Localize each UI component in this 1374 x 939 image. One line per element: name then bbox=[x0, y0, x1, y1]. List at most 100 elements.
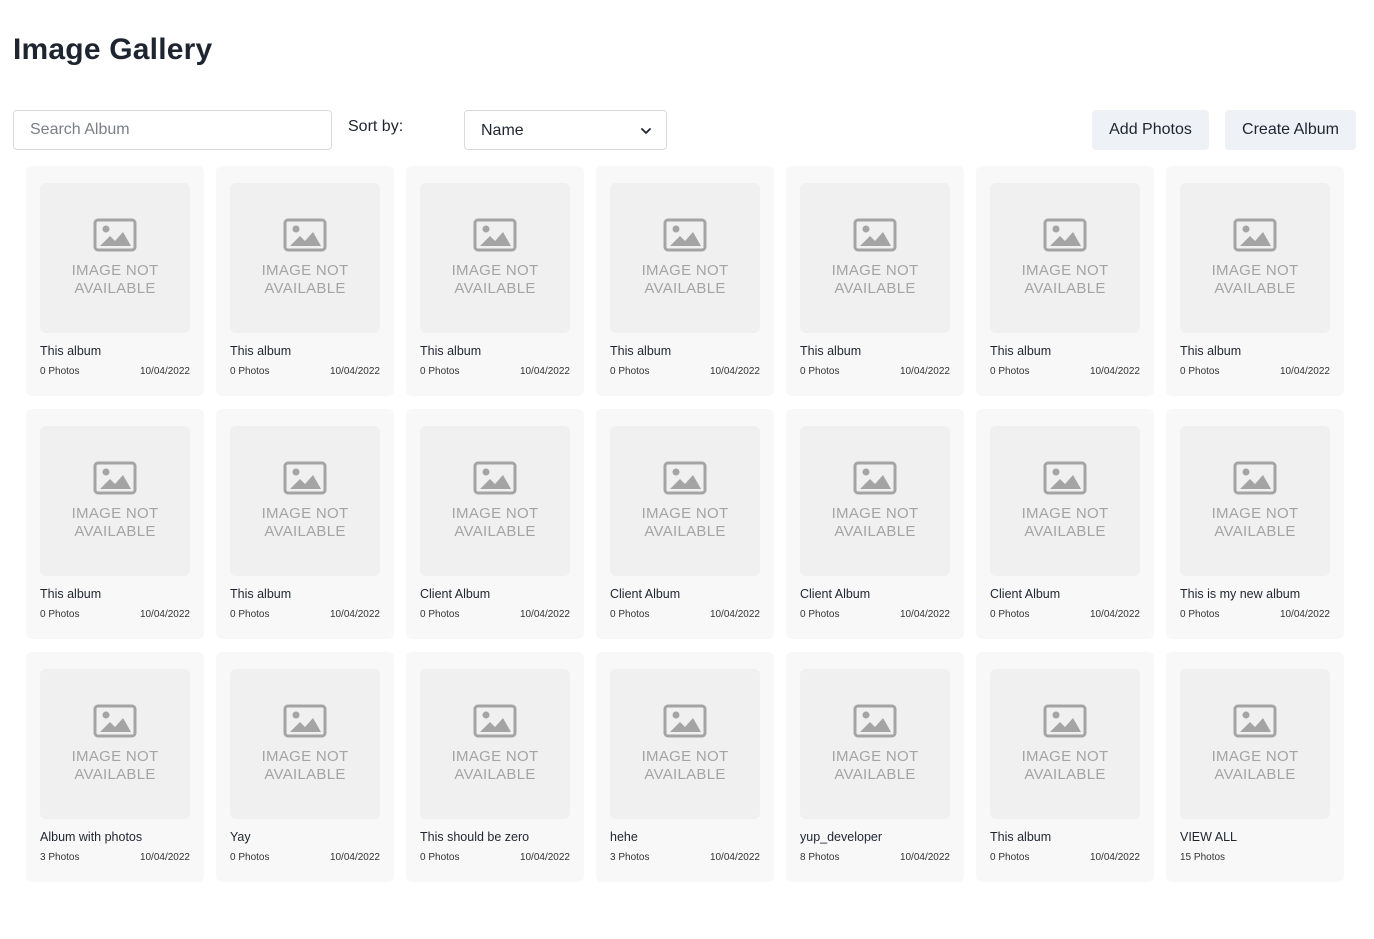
album-card[interactable]: IMAGE NOT AVAILABLE This album 0 Photos … bbox=[976, 652, 1154, 882]
album-thumbnail: IMAGE NOT AVAILABLE bbox=[420, 669, 570, 819]
album-card[interactable]: IMAGE NOT AVAILABLE This album 0 Photos … bbox=[216, 166, 394, 396]
placeholder-line-1: IMAGE NOT bbox=[641, 748, 729, 765]
album-card[interactable]: IMAGE NOT AVAILABLE This album 0 Photos … bbox=[976, 166, 1154, 396]
placeholder-line-1: IMAGE NOT bbox=[641, 505, 729, 522]
album-card[interactable]: IMAGE NOT AVAILABLE This album 0 Photos … bbox=[26, 166, 204, 396]
image-icon bbox=[663, 218, 707, 252]
image-not-available-text: IMAGE NOT AVAILABLE bbox=[990, 262, 1140, 298]
image-not-available-text: IMAGE NOT AVAILABLE bbox=[420, 505, 570, 541]
album-thumbnail: IMAGE NOT AVAILABLE bbox=[610, 669, 760, 819]
image-icon bbox=[93, 461, 137, 495]
album-title: Client Album bbox=[990, 587, 1061, 601]
album-photo-count: 0 Photos bbox=[230, 852, 270, 863]
image-icon bbox=[93, 218, 137, 252]
album-photo-count: 0 Photos bbox=[610, 366, 650, 377]
image-icon bbox=[1233, 704, 1277, 738]
placeholder-line-1: IMAGE NOT bbox=[261, 505, 349, 522]
album-photo-count: 3 Photos bbox=[40, 852, 80, 863]
album-thumbnail: IMAGE NOT AVAILABLE bbox=[990, 669, 1140, 819]
image-icon bbox=[283, 704, 327, 738]
image-not-available-text: IMAGE NOT AVAILABLE bbox=[800, 262, 950, 298]
album-title: This album bbox=[990, 830, 1052, 844]
album-card[interactable]: IMAGE NOT AVAILABLE This album 0 Photos … bbox=[1166, 166, 1344, 396]
placeholder-line-2: AVAILABLE bbox=[1214, 766, 1296, 783]
image-icon bbox=[1233, 218, 1277, 252]
album-card[interactable]: IMAGE NOT AVAILABLE This album 0 Photos … bbox=[406, 166, 584, 396]
album-thumbnail: IMAGE NOT AVAILABLE bbox=[610, 183, 760, 333]
album-thumbnail: IMAGE NOT AVAILABLE bbox=[230, 183, 380, 333]
placeholder-line-2: AVAILABLE bbox=[454, 523, 536, 540]
placeholder-line-2: AVAILABLE bbox=[264, 523, 346, 540]
album-card[interactable]: IMAGE NOT AVAILABLE Client Album 0 Photo… bbox=[786, 409, 964, 639]
album-card[interactable]: IMAGE NOT AVAILABLE Album with photos 3 … bbox=[26, 652, 204, 882]
image-not-available-text: IMAGE NOT AVAILABLE bbox=[990, 505, 1140, 541]
placeholder-line-1: IMAGE NOT bbox=[71, 262, 159, 279]
image-not-available-text: IMAGE NOT AVAILABLE bbox=[1180, 505, 1330, 541]
image-not-available-text: IMAGE NOT AVAILABLE bbox=[610, 505, 760, 541]
placeholder-line-1: IMAGE NOT bbox=[1211, 505, 1299, 522]
album-card[interactable]: IMAGE NOT AVAILABLE This is my new album… bbox=[1166, 409, 1344, 639]
image-not-available-text: IMAGE NOT AVAILABLE bbox=[610, 748, 760, 784]
album-thumbnail: IMAGE NOT AVAILABLE bbox=[40, 183, 190, 333]
album-grid: IMAGE NOT AVAILABLE This album 0 Photos … bbox=[26, 166, 1344, 882]
placeholder-line-2: AVAILABLE bbox=[1024, 766, 1106, 783]
image-icon bbox=[1233, 461, 1277, 495]
album-card[interactable]: IMAGE NOT AVAILABLE This album 0 Photos … bbox=[26, 409, 204, 639]
album-date: 10/04/2022 bbox=[1279, 366, 1330, 377]
placeholder-line-2: AVAILABLE bbox=[644, 523, 726, 540]
album-photo-count: 0 Photos bbox=[800, 366, 840, 377]
album-card[interactable]: IMAGE NOT AVAILABLE Client Album 0 Photo… bbox=[976, 409, 1154, 639]
album-photo-count: 3 Photos bbox=[610, 852, 650, 863]
add-photos-button[interactable]: Add Photos bbox=[1092, 110, 1209, 150]
album-card[interactable]: IMAGE NOT AVAILABLE This album 0 Photos … bbox=[216, 409, 394, 639]
album-thumbnail: IMAGE NOT AVAILABLE bbox=[990, 426, 1140, 576]
album-card[interactable]: IMAGE NOT AVAILABLE yup_developer 8 Phot… bbox=[786, 652, 964, 882]
create-album-button[interactable]: Create Album bbox=[1225, 110, 1356, 150]
image-icon bbox=[853, 218, 897, 252]
image-icon bbox=[283, 461, 327, 495]
album-date: 10/04/2022 bbox=[1089, 852, 1140, 863]
image-not-available-text: IMAGE NOT AVAILABLE bbox=[800, 505, 950, 541]
placeholder-line-2: AVAILABLE bbox=[264, 766, 346, 783]
album-card[interactable]: IMAGE NOT AVAILABLE hehe 3 Photos 10/04/… bbox=[596, 652, 774, 882]
sort-select-value: Name bbox=[481, 122, 524, 139]
view-all-card[interactable]: IMAGE NOT AVAILABLE VIEW ALL 15 Photos bbox=[1166, 652, 1344, 882]
placeholder-line-1: IMAGE NOT bbox=[1021, 505, 1109, 522]
sort-select[interactable]: Name bbox=[464, 110, 667, 150]
image-not-available-text: IMAGE NOT AVAILABLE bbox=[230, 748, 380, 784]
placeholder-line-1: IMAGE NOT bbox=[831, 748, 919, 765]
album-card[interactable]: IMAGE NOT AVAILABLE Client Album 0 Photo… bbox=[596, 409, 774, 639]
placeholder-line-2: AVAILABLE bbox=[264, 280, 346, 297]
search-input[interactable] bbox=[13, 110, 332, 150]
album-photo-count: 15 Photos bbox=[1180, 852, 1226, 863]
album-thumbnail: IMAGE NOT AVAILABLE bbox=[610, 426, 760, 576]
album-card[interactable]: IMAGE NOT AVAILABLE Yay 0 Photos 10/04/2… bbox=[216, 652, 394, 882]
chevron-down-icon bbox=[641, 128, 651, 134]
album-card[interactable]: IMAGE NOT AVAILABLE This album 0 Photos … bbox=[596, 166, 774, 396]
placeholder-line-1: IMAGE NOT bbox=[831, 505, 919, 522]
album-photo-count: 0 Photos bbox=[420, 852, 460, 863]
album-date: 10/04/2022 bbox=[709, 609, 760, 620]
album-date: 10/04/2022 bbox=[139, 852, 190, 863]
image-not-available-text: IMAGE NOT AVAILABLE bbox=[420, 748, 570, 784]
image-icon bbox=[1043, 461, 1087, 495]
sort-label: Sort by: bbox=[348, 118, 404, 135]
image-not-available-text: IMAGE NOT AVAILABLE bbox=[1180, 748, 1330, 784]
album-title: This album bbox=[1180, 344, 1242, 358]
placeholder-line-2: AVAILABLE bbox=[74, 523, 156, 540]
album-thumbnail: IMAGE NOT AVAILABLE bbox=[1180, 426, 1330, 576]
album-card[interactable]: IMAGE NOT AVAILABLE Client Album 0 Photo… bbox=[406, 409, 584, 639]
image-icon bbox=[283, 218, 327, 252]
album-thumbnail: IMAGE NOT AVAILABLE bbox=[1180, 183, 1330, 333]
album-card[interactable]: IMAGE NOT AVAILABLE This album 0 Photos … bbox=[786, 166, 964, 396]
album-thumbnail: IMAGE NOT AVAILABLE bbox=[40, 669, 190, 819]
image-not-available-text: IMAGE NOT AVAILABLE bbox=[1180, 262, 1330, 298]
placeholder-line-1: IMAGE NOT bbox=[71, 748, 159, 765]
album-card[interactable]: IMAGE NOT AVAILABLE This should be zero … bbox=[406, 652, 584, 882]
album-photo-count: 0 Photos bbox=[230, 609, 270, 620]
album-thumbnail: IMAGE NOT AVAILABLE bbox=[800, 669, 950, 819]
image-icon bbox=[853, 461, 897, 495]
album-title: Client Album bbox=[420, 587, 491, 601]
album-title: This album bbox=[420, 344, 482, 358]
album-date: 10/04/2022 bbox=[709, 852, 760, 863]
